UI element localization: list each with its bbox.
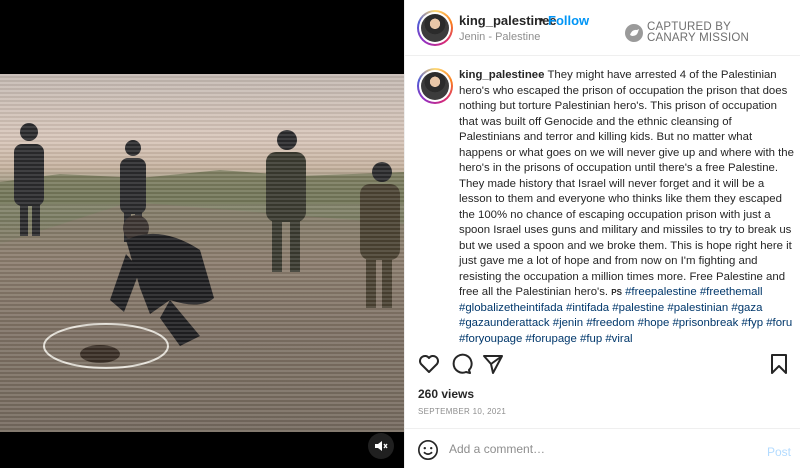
avatar[interactable] xyxy=(417,10,453,46)
hashtag-link[interactable]: #fyp xyxy=(742,317,764,329)
hashtag-link[interactable]: #freepalestine xyxy=(625,286,697,298)
watermark-text: CAPTURED BY CANARY MISSION xyxy=(647,21,750,44)
view-count[interactable]: 260 views xyxy=(418,387,474,401)
flag-emoji: PS xyxy=(611,288,622,297)
hashtag-link[interactable]: #palestinian xyxy=(667,302,728,314)
hashtag-link[interactable]: #foryoupage xyxy=(459,333,522,345)
hashtag-link[interactable]: #forupage xyxy=(526,333,577,345)
hashtag-link[interactable]: #gazaunderattack xyxy=(459,317,550,329)
canary-logo-icon xyxy=(625,24,643,42)
comment-icon[interactable] xyxy=(449,352,473,376)
caption-avatar[interactable] xyxy=(417,68,453,104)
hashtag-link[interactable]: #jenin xyxy=(553,317,583,329)
bookmark-icon[interactable] xyxy=(767,352,791,376)
caption-text: king_palestinee They might have arrested… xyxy=(459,68,795,347)
hashtag-link[interactable]: #freethemall xyxy=(700,286,763,298)
post-media[interactable] xyxy=(0,0,404,468)
profile-photo xyxy=(421,14,449,42)
heart-icon[interactable] xyxy=(417,352,441,376)
follow-button[interactable]: Follow xyxy=(548,13,589,28)
paper-plane-icon[interactable] xyxy=(481,352,505,376)
hashtag-link[interactable]: #foru xyxy=(766,317,792,329)
post-comment-button[interactable]: Post xyxy=(767,445,791,459)
hashtag-link[interactable]: #prisonbreak xyxy=(672,317,738,329)
hashtag-link[interactable]: #hope xyxy=(638,317,670,329)
comment-bar: Post xyxy=(405,428,800,468)
scanline-overlay xyxy=(0,74,404,432)
watermark: CAPTURED BY CANARY MISSION xyxy=(625,21,750,44)
separator-dot: • xyxy=(539,12,544,27)
caption-body: They might have arrested 4 of the Palest… xyxy=(459,69,794,298)
hashtag-link[interactable]: #intifada xyxy=(566,302,609,314)
speaker-muted-icon xyxy=(375,441,388,451)
hashtag-link[interactable]: #gaza xyxy=(731,302,762,314)
hashtag-link[interactable]: #freedom xyxy=(586,317,634,329)
post-panel: king_palestinee • Follow Jenin - Palesti… xyxy=(404,0,800,468)
mute-toggle-button[interactable] xyxy=(368,433,394,459)
comment-input[interactable] xyxy=(449,437,749,461)
smiley-icon[interactable] xyxy=(417,439,439,461)
hashtag-link[interactable]: #viral xyxy=(605,333,632,345)
hashtag-link[interactable]: #globalizetheintifada xyxy=(459,302,563,314)
caption-username[interactable]: king_palestinee xyxy=(459,69,544,81)
post-date: SEPTEMBER 10, 2021 xyxy=(418,407,507,416)
location-link[interactable]: Jenin - Palestine xyxy=(459,31,540,43)
video-frame[interactable] xyxy=(0,74,404,432)
post-header: king_palestinee • Follow Jenin - Palesti… xyxy=(405,0,800,56)
hashtag-link[interactable]: #palestine xyxy=(612,302,664,314)
hashtag-link[interactable]: #fup xyxy=(580,333,602,345)
action-bar xyxy=(405,350,800,378)
